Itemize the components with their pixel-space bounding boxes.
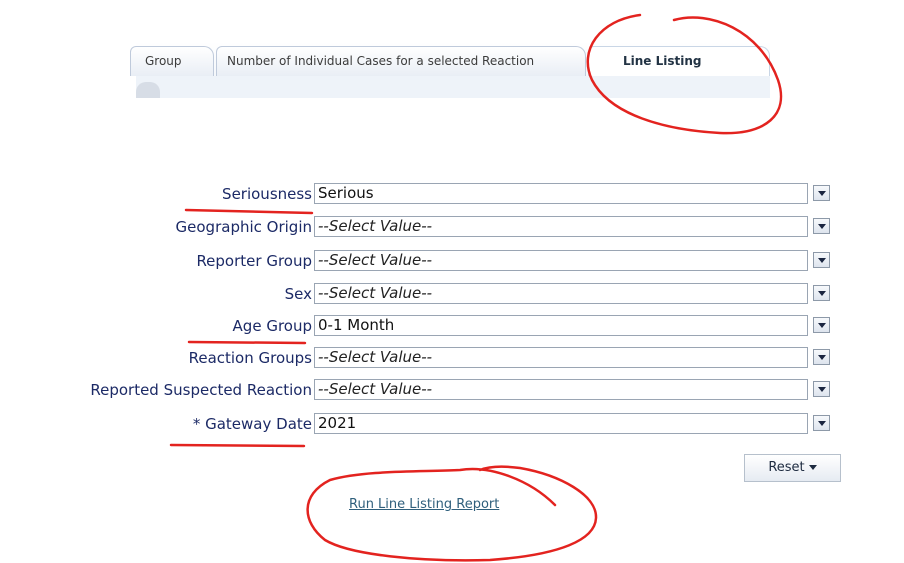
geographic-origin-select[interactable]: --Select Value-- <box>314 216 808 237</box>
seriousness-label: Seriousness <box>222 185 312 203</box>
panel-scroll-nub <box>136 82 160 98</box>
age-group-dropdown-icon[interactable] <box>813 317 830 333</box>
run-line-listing-report-link[interactable]: Run Line Listing Report <box>349 497 499 512</box>
reset-button-label: Reset <box>768 460 805 475</box>
reported-suspected-reaction-dropdown-icon[interactable] <box>813 381 830 397</box>
age-group-select[interactable]: 0-1 Month <box>314 315 808 336</box>
reporter-group-dropdown-icon[interactable] <box>813 252 830 268</box>
row-reporter-group: Reporter Group --Select Value-- <box>0 250 904 274</box>
tab-number-of-individual-cases[interactable]: Number of Individual Cases for a selecte… <box>216 46 586 76</box>
tab-group[interactable]: Group <box>130 46 214 76</box>
gateway-date-dropdown-icon[interactable] <box>813 415 830 431</box>
reaction-groups-dropdown-icon[interactable] <box>813 349 830 365</box>
geographic-origin-label: Geographic Origin <box>175 218 312 236</box>
row-reaction-groups: Reaction Groups --Select Value-- <box>0 347 904 371</box>
reporter-group-select[interactable]: --Select Value-- <box>314 250 808 271</box>
report-tab-bar: Group Number of Individual Cases for a s… <box>130 42 770 98</box>
row-gateway-date: * Gateway Date 2021 <box>0 413 904 437</box>
sex-select[interactable]: --Select Value-- <box>314 283 808 304</box>
reset-caret-icon <box>808 465 817 470</box>
row-sex: Sex --Select Value-- <box>0 283 904 307</box>
tab-line-listing[interactable]: Line Listing <box>588 46 770 77</box>
reported-suspected-reaction-select[interactable]: --Select Value-- <box>314 379 808 400</box>
row-geographic-origin: Geographic Origin --Select Value-- <box>0 216 904 240</box>
reset-button[interactable]: Reset <box>744 454 841 482</box>
age-group-underline <box>187 340 307 345</box>
seriousness-select[interactable]: Serious <box>314 183 808 204</box>
gateway-date-select[interactable]: 2021 <box>314 413 808 434</box>
tab-panel-header <box>136 76 770 98</box>
run-link-circle-annotation <box>306 465 598 562</box>
age-group-label: Age Group <box>232 317 312 335</box>
seriousness-underline <box>184 208 314 215</box>
row-seriousness: Seriousness Serious <box>0 183 904 207</box>
row-reported-suspected-reaction: Reported Suspected Reaction --Select Val… <box>0 379 904 403</box>
seriousness-dropdown-icon[interactable] <box>813 185 830 201</box>
gateway-date-label: * Gateway Date <box>192 415 312 433</box>
reaction-groups-label: Reaction Groups <box>188 349 312 367</box>
sex-label: Sex <box>284 285 312 303</box>
reporter-group-label: Reporter Group <box>196 252 312 270</box>
reported-suspected-reaction-label: Reported Suspected Reaction <box>90 381 312 399</box>
row-age-group: Age Group 0-1 Month <box>0 315 904 339</box>
reaction-groups-select[interactable]: --Select Value-- <box>314 347 808 368</box>
gateway-date-underline <box>169 443 306 448</box>
sex-dropdown-icon[interactable] <box>813 285 830 301</box>
geographic-origin-dropdown-icon[interactable] <box>813 218 830 234</box>
